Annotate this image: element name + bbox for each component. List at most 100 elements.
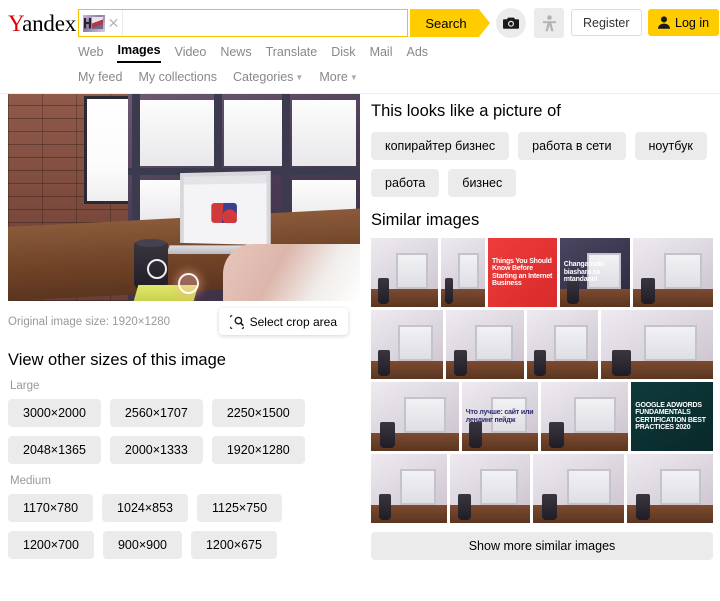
tab-web[interactable]: Web <box>78 45 103 63</box>
thumbnail-mug <box>533 350 546 377</box>
service-tabs: Web Images Video News Translate Disk Mai… <box>78 43 428 63</box>
similar-image-thumbnail[interactable] <box>371 382 459 451</box>
similar-image-thumbnail[interactable] <box>526 310 599 379</box>
image-thumbnail-icon <box>83 14 105 32</box>
user-icon <box>658 16 670 29</box>
size-button[interactable]: 2250×1500 <box>211 399 305 427</box>
window-pane <box>224 100 282 166</box>
tag-button[interactable]: ноутбук <box>634 132 707 160</box>
size-button[interactable]: 1920×1280 <box>211 436 305 464</box>
search-box[interactable]: ✕ <box>78 9 408 37</box>
subnav-item-my-feed[interactable]: My feed <box>78 70 122 84</box>
similar-image-thumbnail[interactable] <box>540 382 629 451</box>
image-detail-column: Original image size: 1920×1280 Select cr… <box>8 94 360 570</box>
tag-button[interactable]: бизнес <box>448 169 517 197</box>
accessibility-button[interactable] <box>534 8 564 38</box>
similar-image-thumbnail[interactable] <box>371 310 443 379</box>
tab-translate[interactable]: Translate <box>266 45 318 63</box>
close-icon[interactable]: ✕ <box>105 10 123 36</box>
yandex-logo[interactable]: Yandex <box>8 11 76 37</box>
subnav-item-categories[interactable]: Categories ▼ <box>233 70 303 84</box>
size-button[interactable]: 2000×1333 <box>109 436 203 464</box>
camera-icon <box>503 17 519 29</box>
similar-image-thumbnail[interactable]: Changamoto biashara za mtandaoni <box>559 238 631 307</box>
similar-images-grid: Things You Should Know Before Starting a… <box>371 238 713 523</box>
search-button[interactable]: Search <box>410 9 490 37</box>
search-input[interactable] <box>123 10 407 36</box>
similar-images-row <box>371 454 713 523</box>
thumbnail-mug <box>635 494 651 521</box>
chevron-down-icon: ▼ <box>349 73 358 82</box>
select-crop-area-button[interactable]: Select crop area <box>218 308 348 335</box>
logo-text: andex <box>22 11 77 36</box>
subnav-label: More <box>319 70 348 84</box>
tab-news[interactable]: News <box>220 45 251 63</box>
show-more-similar-button[interactable]: Show more similar images <box>371 532 713 560</box>
thumbnail-mug <box>549 422 565 449</box>
thumbnail-laptop <box>663 253 702 290</box>
thumbnail-laptop <box>398 325 433 362</box>
subnav-item-my-collections[interactable]: My collections <box>138 70 217 84</box>
thumbnail-laptop <box>643 325 698 362</box>
thumbnail-laptop <box>659 469 701 506</box>
thumbnail-mug <box>641 278 655 305</box>
tag-button[interactable]: работа <box>371 169 440 197</box>
tab-mail[interactable]: Mail <box>370 45 393 63</box>
size-button[interactable]: 2560×1707 <box>109 399 203 427</box>
similar-image-thumbnail[interactable] <box>601 310 713 379</box>
similar-image-thumbnail[interactable] <box>371 238 438 307</box>
login-button[interactable]: Log in <box>648 9 720 36</box>
thumbnail-overlay-text: Что лучше: сайт или лендинг пейдж <box>465 409 534 424</box>
thumbnail-laptop <box>480 469 519 506</box>
tab-ads[interactable]: Ads <box>406 45 428 63</box>
size-button[interactable]: 1200×700 <box>8 531 94 559</box>
similar-images-title: Similar images <box>371 211 480 229</box>
tab-video[interactable]: Video <box>175 45 207 63</box>
thumbnail-mug <box>377 278 390 305</box>
similar-image-thumbnail[interactable] <box>633 238 713 307</box>
sub-navigation: My feed My collections Categories ▼ More ▼ <box>0 66 720 94</box>
object-marker[interactable] <box>147 259 167 279</box>
thumbnail-overlay-text: Things You Should Know Before Starting a… <box>491 257 553 287</box>
thumbnail-laptop <box>573 397 616 434</box>
size-buttons-row: 1170×780 1024×853 1125×750 1200×700 900×… <box>8 494 360 559</box>
similar-image-thumbnail[interactable] <box>445 310 524 379</box>
page-content: Original image size: 1920×1280 Select cr… <box>0 94 720 601</box>
logo-letter-y: Y <box>8 11 23 36</box>
looks-like-title: This looks like a picture of <box>371 102 561 120</box>
size-button[interactable]: 1024×853 <box>102 494 189 522</box>
size-button[interactable]: 1170×780 <box>8 494 94 522</box>
tab-images[interactable]: Images <box>117 43 161 63</box>
subnav-item-more[interactable]: More ▼ <box>319 70 357 84</box>
size-button[interactable]: 1125×750 <box>197 494 283 522</box>
similar-image-thumbnail[interactable] <box>449 454 530 523</box>
size-button[interactable]: 2048×1365 <box>8 436 101 464</box>
size-button[interactable]: 1200×675 <box>190 531 277 559</box>
size-button[interactable]: 900×900 <box>102 531 182 559</box>
thumbnail-mug <box>378 350 391 377</box>
thumbnail-laptop <box>399 469 437 506</box>
similar-images-row: Что лучше: сайт или лендинг пейдж GOOGLE … <box>371 382 713 451</box>
object-marker-active[interactable] <box>178 273 199 294</box>
login-button-label: Log in <box>675 15 710 30</box>
camera-search-button[interactable] <box>496 8 526 38</box>
window-pane <box>292 100 356 166</box>
thumbnail-laptop <box>553 325 589 362</box>
similar-image-thumbnail[interactable] <box>532 454 625 523</box>
tag-button[interactable]: копирайтер бизнес <box>371 132 510 160</box>
tag-button[interactable]: работа в сети <box>518 132 626 160</box>
register-button[interactable]: Register <box>571 9 642 36</box>
similar-image-thumbnail[interactable]: Что лучше: сайт или лендинг пейдж <box>461 382 538 451</box>
similar-images-row <box>371 310 713 379</box>
tag-row-2: работа бизнес <box>371 169 713 197</box>
similar-image-thumbnail[interactable]: Things You Should Know Before Starting a… <box>487 238 557 307</box>
similar-image-thumbnail[interactable] <box>627 454 713 523</box>
crop-search-icon <box>229 314 244 329</box>
similar-image-thumbnail[interactable] <box>440 238 485 307</box>
similar-image-thumbnail[interactable] <box>371 454 447 523</box>
size-button[interactable]: 3000×2000 <box>8 399 101 427</box>
similar-image-thumbnail[interactable]: GOOGLE ADWORDS FUNDAMENTALS CERTIFICATIO… <box>631 382 713 451</box>
main-image-preview[interactable] <box>8 94 360 301</box>
tab-disk[interactable]: Disk <box>331 45 355 63</box>
size-group-large: Large 3000×2000 2560×1707 2250×1500 2048… <box>8 380 360 464</box>
